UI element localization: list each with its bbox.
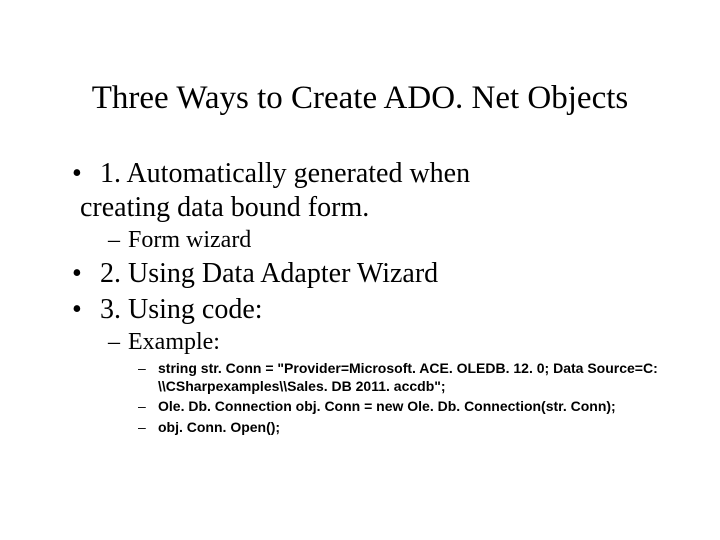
slide-title: Three Ways to Create ADO. Net Objects — [60, 80, 660, 117]
dash-item: Example: — [60, 328, 660, 357]
content-list: 1. Automatically generated when creating… — [60, 157, 660, 436]
bullet-item: 2. Using Data Adapter Wizard — [60, 257, 660, 291]
bullet-item: 1. Automatically generated when creating… — [60, 157, 660, 224]
code-item: obj. Conn. Open(); — [60, 418, 660, 436]
bullet-text-cont: creating data bound form. — [80, 192, 369, 223]
bullet-text: 1. Automatically generated when — [100, 158, 470, 189]
dash-item: Form wizard — [60, 226, 660, 255]
code-item: Ole. Db. Connection obj. Conn = new Ole.… — [60, 397, 660, 415]
code-item: string str. Conn = "Provider=Microsoft. … — [60, 359, 660, 395]
bullet-item: 3. Using code: — [60, 293, 660, 327]
